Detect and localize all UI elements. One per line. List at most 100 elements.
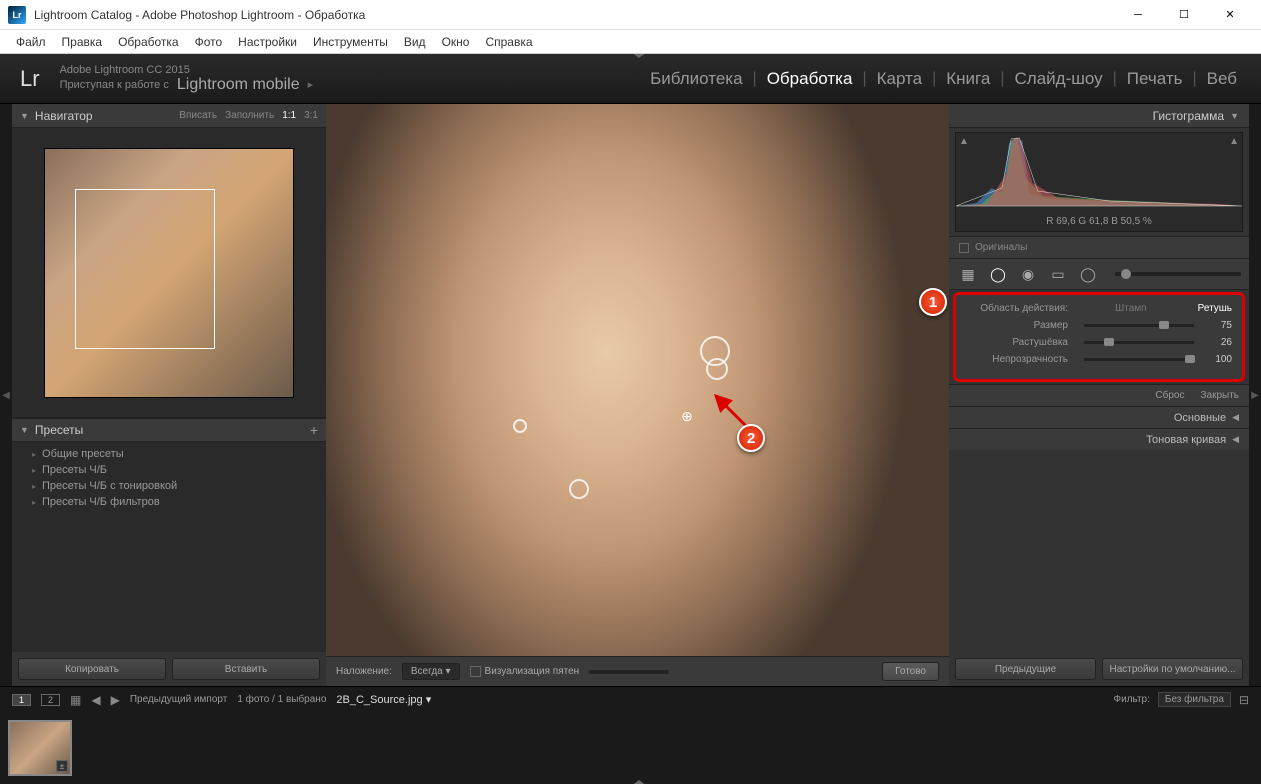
source-label[interactable]: Предыдущий импорт xyxy=(130,694,228,705)
menu-справка[interactable]: Справка xyxy=(477,33,540,51)
crop-tool-icon[interactable]: ▦ xyxy=(957,263,979,285)
preset-list: Общие пресетыПресеты Ч/БПресеты Ч/Б с то… xyxy=(12,442,326,652)
presets-header[interactable]: ▼ Пресеты + xyxy=(12,418,326,442)
nav-zoom-0[interactable]: Вписать xyxy=(179,110,217,121)
vis-threshold-slider[interactable] xyxy=(589,670,669,674)
branding-prefix: Приступая к работе с xyxy=(60,79,169,91)
maximize-button[interactable]: ☐ xyxy=(1161,0,1207,30)
grad-tool-icon[interactable]: ▭ xyxy=(1047,263,1069,285)
presets-title: Пресеты xyxy=(35,423,83,437)
center-area: ⊕ 2 Наложение: Всегда ▾ Визуализация пят… xyxy=(326,104,949,686)
minimize-button[interactable]: ─ xyxy=(1115,0,1161,30)
screen-mode-2[interactable]: 2 xyxy=(41,694,60,706)
module-5[interactable]: Печать xyxy=(1123,69,1187,89)
left-panel: ▼ Навигатор ВписатьЗаполнить1:13:1 ▼ Пре… xyxy=(12,104,326,686)
product-version: Adobe Lightroom CC 2015 xyxy=(60,64,314,76)
done-button[interactable]: Готово xyxy=(882,662,939,681)
menu-вид[interactable]: Вид xyxy=(396,33,434,51)
prev-photo-icon[interactable]: ◀ xyxy=(91,693,100,707)
reset-button[interactable]: Сброс xyxy=(1155,390,1184,401)
basic-section-header[interactable]: Основные◀ xyxy=(949,406,1249,428)
nav-zoom-3[interactable]: 3:1 xyxy=(304,110,318,121)
photo-count: 1 фото / 1 выбрано xyxy=(237,694,326,705)
photo-canvas[interactable]: ⊕ 2 xyxy=(326,104,949,656)
navigator-preview[interactable] xyxy=(12,128,326,418)
slider-value: 75 xyxy=(1202,320,1232,331)
module-0[interactable]: Библиотека xyxy=(646,69,746,89)
module-6[interactable]: Веб xyxy=(1203,69,1241,89)
mode-stamp[interactable]: Штамп xyxy=(1115,303,1146,314)
grid-icon[interactable]: ▦ xyxy=(70,693,81,707)
menu-окно[interactable]: Окно xyxy=(434,33,478,51)
spot-marker[interactable] xyxy=(513,419,527,433)
tool-strip: ▦ ◯ ◉ ▭ ◯ xyxy=(949,258,1249,290)
mode-heal[interactable]: Ретушь xyxy=(1198,303,1232,314)
screen-mode-1[interactable]: 1 xyxy=(12,694,31,706)
previous-button[interactable]: Предыдущие xyxy=(955,658,1096,680)
module-bar: Lr Adobe Lightroom CC 2015 Приступая к р… xyxy=(0,54,1261,104)
menu-инструменты[interactable]: Инструменты xyxy=(305,33,396,51)
window-title: Lightroom Catalog - Adobe Photoshop Ligh… xyxy=(34,8,1115,22)
slider-Размер[interactable] xyxy=(1084,324,1194,327)
navigator-title: Навигатор xyxy=(35,109,93,123)
navigator-header[interactable]: ▼ Навигатор ВписатьЗаполнить1:13:1 xyxy=(12,104,326,128)
app-icon: Lr xyxy=(8,6,26,24)
menu-обработка[interactable]: Обработка xyxy=(110,33,187,51)
paste-button[interactable]: Вставить xyxy=(172,658,320,680)
module-4[interactable]: Слайд-шоу xyxy=(1011,69,1107,89)
spot-tool-icon[interactable]: ◯ xyxy=(987,263,1009,285)
filter-select[interactable]: Без фильтра xyxy=(1158,692,1231,707)
module-1[interactable]: Обработка xyxy=(763,69,857,89)
filter-label: Фильтр: xyxy=(1114,694,1150,705)
branding: Adobe Lightroom CC 2015 Приступая к рабо… xyxy=(60,64,314,94)
defaults-button[interactable]: Настройки по умолчанию... xyxy=(1102,658,1243,680)
nav-zoom-1[interactable]: Заполнить xyxy=(225,110,274,121)
next-photo-icon[interactable]: ▶ xyxy=(111,693,120,707)
originals-row[interactable]: Оригиналы xyxy=(949,236,1249,258)
close-panel-button[interactable]: Закрыть xyxy=(1200,390,1239,401)
current-filename[interactable]: 2B_C_Source.jpg ▾ xyxy=(336,693,431,706)
module-2[interactable]: Карта xyxy=(873,69,927,89)
histogram[interactable]: ▲ ▲ R 69,6 G 61,8 B 50,5 % xyxy=(955,132,1243,232)
menu-файл[interactable]: Файл xyxy=(8,33,54,51)
slider-label: Размер xyxy=(966,320,1076,331)
menu-фото[interactable]: Фото xyxy=(187,33,231,51)
spot-visualization-checkbox[interactable]: Визуализация пятен xyxy=(470,666,580,677)
spot-marker[interactable] xyxy=(706,358,728,380)
menu-настройки[interactable]: Настройки xyxy=(230,33,305,51)
spot-panel-footer: Сброс Закрыть xyxy=(949,384,1249,406)
copy-button[interactable]: Копировать xyxy=(18,658,166,680)
filter-lock-icon[interactable]: ⊟ xyxy=(1239,693,1249,707)
titlebar: Lr Lightroom Catalog - Adobe Photoshop L… xyxy=(0,0,1261,30)
spot-removal-panel: Область действия: Штамп Ретушь Размер75Р… xyxy=(953,292,1245,382)
rgb-readout: R 69,6 G 61,8 B 50,5 % xyxy=(956,216,1242,227)
area-label: Область действия: xyxy=(966,303,1076,314)
slider-label: Непрозрачность xyxy=(966,354,1076,365)
left-rail-toggle[interactable]: ◀ xyxy=(0,104,12,686)
close-button[interactable]: ✕ xyxy=(1207,0,1253,30)
right-panel: Гистограмма ▼ ▲ ▲ R 69,6 G 61,8 B 50,5 % xyxy=(949,104,1249,686)
right-rail-toggle[interactable]: ▶ xyxy=(1249,104,1261,686)
overlay-select[interactable]: Всегда ▾ xyxy=(402,663,460,680)
module-3[interactable]: Книга xyxy=(942,69,994,89)
slider-Непрозрачность[interactable] xyxy=(1084,358,1194,361)
tone-curve-section-header[interactable]: Тоновая кривая◀ xyxy=(949,428,1249,450)
slider-value: 26 xyxy=(1202,337,1232,348)
preset-folder[interactable]: Пресеты Ч/Б xyxy=(12,462,326,478)
tool-size-slider[interactable] xyxy=(1115,272,1241,276)
radial-tool-icon[interactable]: ◯ xyxy=(1077,263,1099,285)
slider-Растушёвка[interactable] xyxy=(1084,341,1194,344)
annotation-marker-1: 1 xyxy=(919,288,947,316)
filmstrip[interactable]: ± xyxy=(0,712,1261,784)
branding-mobile[interactable]: Lightroom mobile xyxy=(177,76,300,94)
preset-folder[interactable]: Пресеты Ч/Б фильтров xyxy=(12,494,326,510)
histogram-header[interactable]: Гистограмма ▼ xyxy=(949,104,1249,128)
preset-folder[interactable]: Общие пресеты xyxy=(12,446,326,462)
thumbnail[interactable]: ± xyxy=(8,720,72,776)
preset-folder[interactable]: Пресеты Ч/Б с тонировкой xyxy=(12,478,326,494)
center-toolbar: Наложение: Всегда ▾ Визуализация пятен Г… xyxy=(326,656,949,686)
redeye-tool-icon[interactable]: ◉ xyxy=(1017,263,1039,285)
nav-zoom-2[interactable]: 1:1 xyxy=(282,110,296,121)
menu-правка[interactable]: Правка xyxy=(54,33,111,51)
add-preset-button[interactable]: + xyxy=(310,422,318,438)
